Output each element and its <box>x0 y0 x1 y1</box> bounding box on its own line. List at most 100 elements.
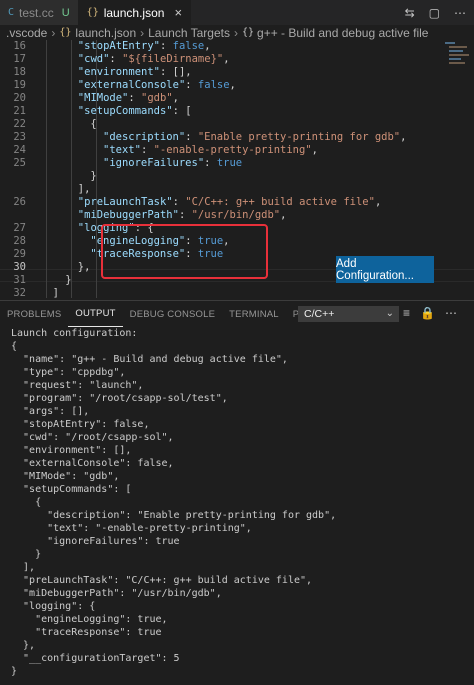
json-value: true <box>216 157 243 169</box>
line-number: 31 <box>13 274 26 286</box>
json-value: "-enable-pretty-printing" <box>153 144 312 156</box>
add-configuration-button[interactable]: Add Configuration... <box>336 256 434 283</box>
tab-output[interactable]: OUTPUT <box>68 301 123 327</box>
tab-problems[interactable]: PROBLEMS <box>0 301 68 327</box>
bottom-panel: PROBLEMS OUTPUT DEBUG CONSOLE TERMINAL P… <box>0 300 474 685</box>
json-key: "cwd" <box>77 53 110 65</box>
line-number: 17 <box>13 53 26 65</box>
json-key: "stopAtEntry" <box>77 40 160 52</box>
punctuation: , <box>400 131 407 143</box>
output-line: "traceResponse": true <box>11 627 162 638</box>
code-line: 18 "environment": [], <box>0 66 440 79</box>
colon: : <box>128 92 142 104</box>
chevron-right-icon: › <box>51 25 56 40</box>
line-number: 24 <box>13 144 26 156</box>
object-icon: {} <box>241 27 255 38</box>
json-value: "${fileDirname}" <box>122 53 224 65</box>
code-line: 21 "setupCommands": [ <box>0 105 440 118</box>
punctuation: } <box>65 274 72 286</box>
punctuation: , <box>172 92 179 104</box>
split-editor-icon[interactable]: ▢ <box>429 6 440 20</box>
output-line: ], <box>11 562 36 573</box>
breadcrumb-file[interactable]: launch.json <box>75 26 136 40</box>
more-actions-icon[interactable]: ⋯ <box>445 306 457 320</box>
line-text: } <box>90 170 96 183</box>
output-line: "preLaunchTask": "C/C++: g++ build activ… <box>11 575 313 586</box>
json-value: [ <box>185 105 192 117</box>
output-line: "cwd": "/root/csapp-sol", <box>11 432 174 443</box>
line-text: "externalConsole": false, <box>78 79 236 92</box>
breadcrumb-folder[interactable]: .vscode <box>6 26 47 40</box>
code-line: "miDebuggerPath": "/usr/bin/gdb", <box>0 209 440 222</box>
output-line: "ignoreFailures": true <box>11 536 180 547</box>
line-text: "miDebuggerPath": "/usr/bin/gdb", <box>78 209 287 222</box>
punctuation: , <box>280 209 287 221</box>
punctuation: { <box>90 118 97 130</box>
line-number: 28 <box>13 235 26 247</box>
tab-launch-json[interactable]: {} launch.json × <box>78 0 192 25</box>
colon: : <box>204 157 217 169</box>
output-line: "externalConsole": false, <box>11 458 174 469</box>
output-line: Launch configuration: <box>11 328 138 339</box>
more-actions-icon[interactable]: ⋯ <box>454 6 466 20</box>
code-line: } <box>0 170 440 183</box>
tab-terminal[interactable]: TERMINAL <box>222 301 286 327</box>
json-file-icon: {} <box>59 27 72 38</box>
line-text: ] <box>53 287 59 298</box>
output-log[interactable]: Launch configuration: { "name": "g++ - Bu… <box>11 327 336 678</box>
output-channel-value: C/C++ <box>304 308 335 320</box>
chevron-right-icon: › <box>140 25 145 40</box>
lock-scroll-icon[interactable]: 🔒 <box>420 306 435 320</box>
breadcrumb-section[interactable]: Launch Targets <box>148 26 230 40</box>
output-line: "setupCommands": [ <box>11 484 132 495</box>
output-line: "logging": { <box>11 601 96 612</box>
compare-changes-icon[interactable]: ⇆ <box>405 6 415 20</box>
punctuation: ], <box>77 183 91 195</box>
colon: : <box>140 144 154 156</box>
output-channel-select[interactable]: C/C++ ⌄ <box>298 306 399 322</box>
colon: : <box>172 196 186 208</box>
line-number: 22 <box>13 118 26 130</box>
json-value: "C/C++: g++ build active file" <box>185 196 375 208</box>
punctuation: , <box>229 79 236 91</box>
json-key: "description" <box>103 131 186 143</box>
close-icon[interactable]: × <box>174 5 182 20</box>
clear-output-icon[interactable]: ≡ <box>403 306 410 320</box>
breadcrumb-item[interactable]: g++ - Build and debug active file <box>257 26 428 40</box>
colon: : <box>185 79 198 91</box>
json-key: "externalConsole" <box>77 79 186 91</box>
output-line: "request": "launch", <box>11 380 144 391</box>
output-line: "MIMode": "gdb", <box>11 471 120 482</box>
json-key: "preLaunchTask" <box>77 196 173 208</box>
tab-label: launch.json <box>103 5 165 20</box>
output-line: "args": [], <box>11 406 90 417</box>
line-text: "cwd": "${fileDirname}", <box>78 53 230 66</box>
code-line: 22 { <box>0 118 440 131</box>
colon: : <box>159 66 173 78</box>
punctuation: , <box>311 144 318 156</box>
line-text: } <box>65 274 71 287</box>
punctuation: ] <box>52 287 59 298</box>
output-line: { <box>11 341 18 352</box>
code-line: ], <box>0 183 440 196</box>
tab-test-cc[interactable]: C test.cc U <box>0 0 79 25</box>
line-number: 16 <box>13 40 26 52</box>
output-line: "text": "-enable-pretty-printing", <box>11 523 252 534</box>
json-value: [] <box>172 66 186 78</box>
json-value: "gdb" <box>141 92 173 104</box>
line-number: 18 <box>13 66 26 78</box>
punctuation: , <box>223 53 230 65</box>
line-number: 25 <box>13 157 26 169</box>
punctuation: , <box>374 196 382 208</box>
output-line: "program": "/root/csapp-sol/test", <box>11 393 228 404</box>
code-line: 23 "description": "Enable pretty-printing… <box>0 131 440 144</box>
code-line: 25 "ignoreFailures": true <box>0 157 440 170</box>
line-text: "text": "-enable-pretty-printing", <box>103 144 318 157</box>
json-key: "MIMode" <box>77 92 129 104</box>
code-line: 26 "preLaunchTask": "C/C++: g++ build act… <box>0 196 440 209</box>
line-number: 27 <box>13 222 26 234</box>
line-number: 32 <box>13 287 26 298</box>
code-editor[interactable]: 16 "stopAtEntry": false, 17 "cwd": "${fileD… <box>0 40 474 298</box>
tab-debug-console[interactable]: DEBUG CONSOLE <box>123 301 222 327</box>
minimap[interactable] <box>443 40 474 70</box>
